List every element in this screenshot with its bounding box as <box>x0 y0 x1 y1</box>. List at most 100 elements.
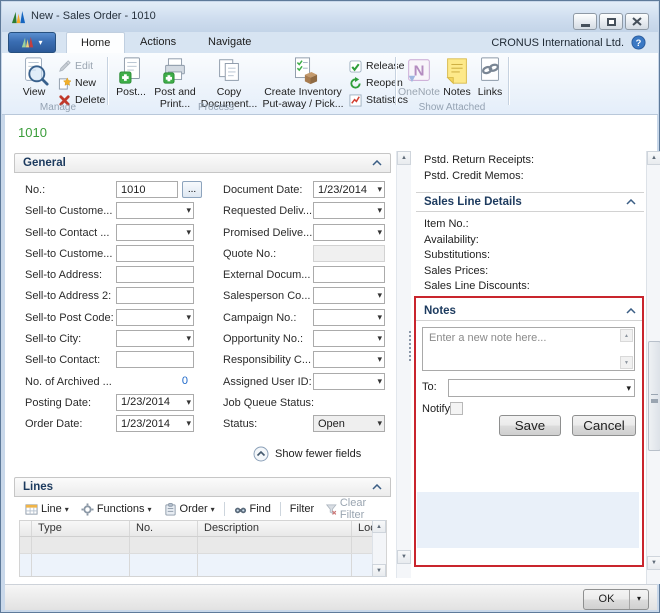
new-button[interactable]: New <box>58 75 96 91</box>
cancel-button[interactable]: Cancel <box>572 415 636 436</box>
chevron-down-icon: ▾ <box>211 505 215 514</box>
field-input[interactable]: 1/23/2014▾ <box>116 415 194 432</box>
scroll-down-icon[interactable]: ▼ <box>397 550 411 564</box>
table-cell[interactable] <box>20 554 32 576</box>
tab-home[interactable]: Home <box>66 32 125 53</box>
field-input[interactable]: ▾ <box>116 309 194 326</box>
lines-table-scrollbar[interactable]: ▲ ▼ <box>372 521 386 576</box>
dropdown-arrow-icon[interactable]: ▾ <box>377 312 382 323</box>
table-cell[interactable] <box>32 554 130 576</box>
dropdown-arrow-icon[interactable]: ▾ <box>377 227 382 238</box>
view-button[interactable]: View <box>14 56 54 99</box>
column-header[interactable]: Type <box>32 521 130 536</box>
field-input[interactable]: ▾ <box>313 330 385 347</box>
field-label: Responsibility C... <box>223 354 311 366</box>
main-scrollbar[interactable]: ▲ ▼ <box>396 151 411 578</box>
notes-header[interactable]: Notes <box>416 301 644 321</box>
links-button[interactable]: Links <box>474 56 506 99</box>
dropdown-arrow-icon[interactable]: ▾ <box>377 418 382 429</box>
dropdown-arrow-icon[interactable]: ▾ <box>377 354 382 365</box>
bottom-bar: OK ▾ <box>5 584 657 610</box>
lines-body[interactable] <box>20 537 386 576</box>
table-row[interactable] <box>20 554 386 576</box>
table-cell[interactable] <box>20 537 32 553</box>
table-row[interactable] <box>20 537 386 554</box>
factbox-splitter[interactable] <box>409 331 412 361</box>
field-label: Requested Deliv... <box>223 205 312 217</box>
column-header[interactable]: Description <box>198 521 352 536</box>
field-input[interactable] <box>116 287 194 304</box>
show-fewer-fields-button[interactable]: Show fewer fields <box>253 446 361 462</box>
table-cell[interactable] <box>130 554 198 576</box>
scroll-up-icon[interactable]: ▲ <box>397 151 411 165</box>
save-button[interactable]: Save <box>499 415 561 436</box>
application-menu-button[interactable]: ▾ <box>8 32 56 53</box>
scroll-down-icon[interactable]: ▼ <box>372 564 386 577</box>
field-input[interactable]: ▾ <box>313 224 385 241</box>
table-cell[interactable] <box>198 554 352 576</box>
maximize-button[interactable] <box>599 13 623 30</box>
dropdown-arrow-icon[interactable]: ▾ <box>377 376 382 387</box>
field-input[interactable]: ▾ <box>313 287 385 304</box>
find-button[interactable]: Find <box>231 502 274 517</box>
dropdown-arrow-icon[interactable]: ▾ <box>186 227 191 238</box>
filter-button[interactable]: Filter <box>287 502 317 516</box>
dropdown-arrow-icon[interactable]: ▾ <box>186 312 191 323</box>
field-input[interactable]: ▾ <box>313 373 385 390</box>
table-cell[interactable] <box>198 537 352 553</box>
field-input[interactable] <box>313 266 385 283</box>
minimize-button[interactable] <box>573 13 597 30</box>
to-dropdown[interactable]: ▾ <box>448 379 635 397</box>
scroll-up-icon[interactable]: ▲ <box>372 520 386 533</box>
field-input[interactable] <box>116 351 194 368</box>
table-cell[interactable] <box>130 537 198 553</box>
field-row: Quote No.: <box>223 245 395 262</box>
scroll-up-icon[interactable]: ▲ <box>647 151 660 165</box>
close-button[interactable] <box>625 13 649 30</box>
assist-edit-button[interactable]: ... <box>182 181 202 198</box>
dropdown-arrow-icon[interactable]: ▾ <box>186 205 191 216</box>
dropdown-arrow-icon[interactable]: ▾ <box>377 333 382 344</box>
field-input[interactable]: ▾ <box>313 309 385 326</box>
field-input[interactable]: Open▾ <box>313 415 385 432</box>
dropdown-arrow-icon[interactable]: ▾ <box>186 333 191 344</box>
tab-navigate[interactable]: Navigate <box>194 32 265 53</box>
notify-checkbox <box>450 402 463 415</box>
note-input[interactable] <box>423 328 634 370</box>
dropdown-arrow-icon[interactable]: ▾ <box>377 290 382 301</box>
general-fasttab-header[interactable]: General <box>14 153 391 173</box>
lines-fasttab-header[interactable]: Lines <box>14 477 391 497</box>
dropdown-arrow-icon[interactable]: ▾ <box>186 397 191 408</box>
scrollbar-thumb[interactable] <box>648 341 660 451</box>
field-input[interactable] <box>116 245 194 262</box>
functions-menu-button[interactable]: Functions▾ <box>78 502 155 517</box>
field-input[interactable]: ▾ <box>116 202 194 219</box>
sales-line-details-header[interactable]: Sales Line Details <box>416 192 644 212</box>
dropdown-arrow-icon[interactable]: ▾ <box>377 205 382 216</box>
dropdown-arrow-icon[interactable]: ▾ <box>186 418 191 429</box>
column-header[interactable]: No. <box>130 521 198 536</box>
field-input[interactable]: 1010 <box>116 181 178 198</box>
line-menu-button[interactable]: Line▾ <box>22 502 72 517</box>
scroll-down-icon[interactable]: ▼ <box>620 356 633 369</box>
tab-actions[interactable]: Actions <box>126 32 190 53</box>
dropdown-arrow-icon[interactable]: ▾ <box>377 184 382 195</box>
dropdown-arrow-icon[interactable]: ▾ <box>629 590 648 609</box>
field-input[interactable]: ▾ <box>313 202 385 219</box>
scroll-down-icon[interactable]: ▼ <box>647 556 660 570</box>
ok-button[interactable]: OK ▾ <box>583 589 649 610</box>
field-input[interactable]: ▾ <box>313 351 385 368</box>
post-button[interactable]: Post... <box>112 56 150 99</box>
field-input[interactable]: 1/23/2014▾ <box>116 394 194 411</box>
help-icon[interactable]: ? <box>631 35 646 50</box>
notes-button[interactable]: Notes <box>441 56 473 99</box>
order-menu-button[interactable]: Order▾ <box>161 502 218 517</box>
factbox-scrollbar[interactable]: ▲ ▼ <box>646 151 660 584</box>
field-input[interactable]: 1/23/2014▾ <box>313 181 385 198</box>
field-drilldown-link[interactable]: 0 <box>116 375 188 387</box>
field-input[interactable] <box>116 266 194 283</box>
table-cell[interactable] <box>32 537 130 553</box>
field-input[interactable]: ▾ <box>116 224 194 241</box>
field-input[interactable]: ▾ <box>116 330 194 347</box>
scroll-up-icon[interactable]: ▲ <box>620 329 633 342</box>
